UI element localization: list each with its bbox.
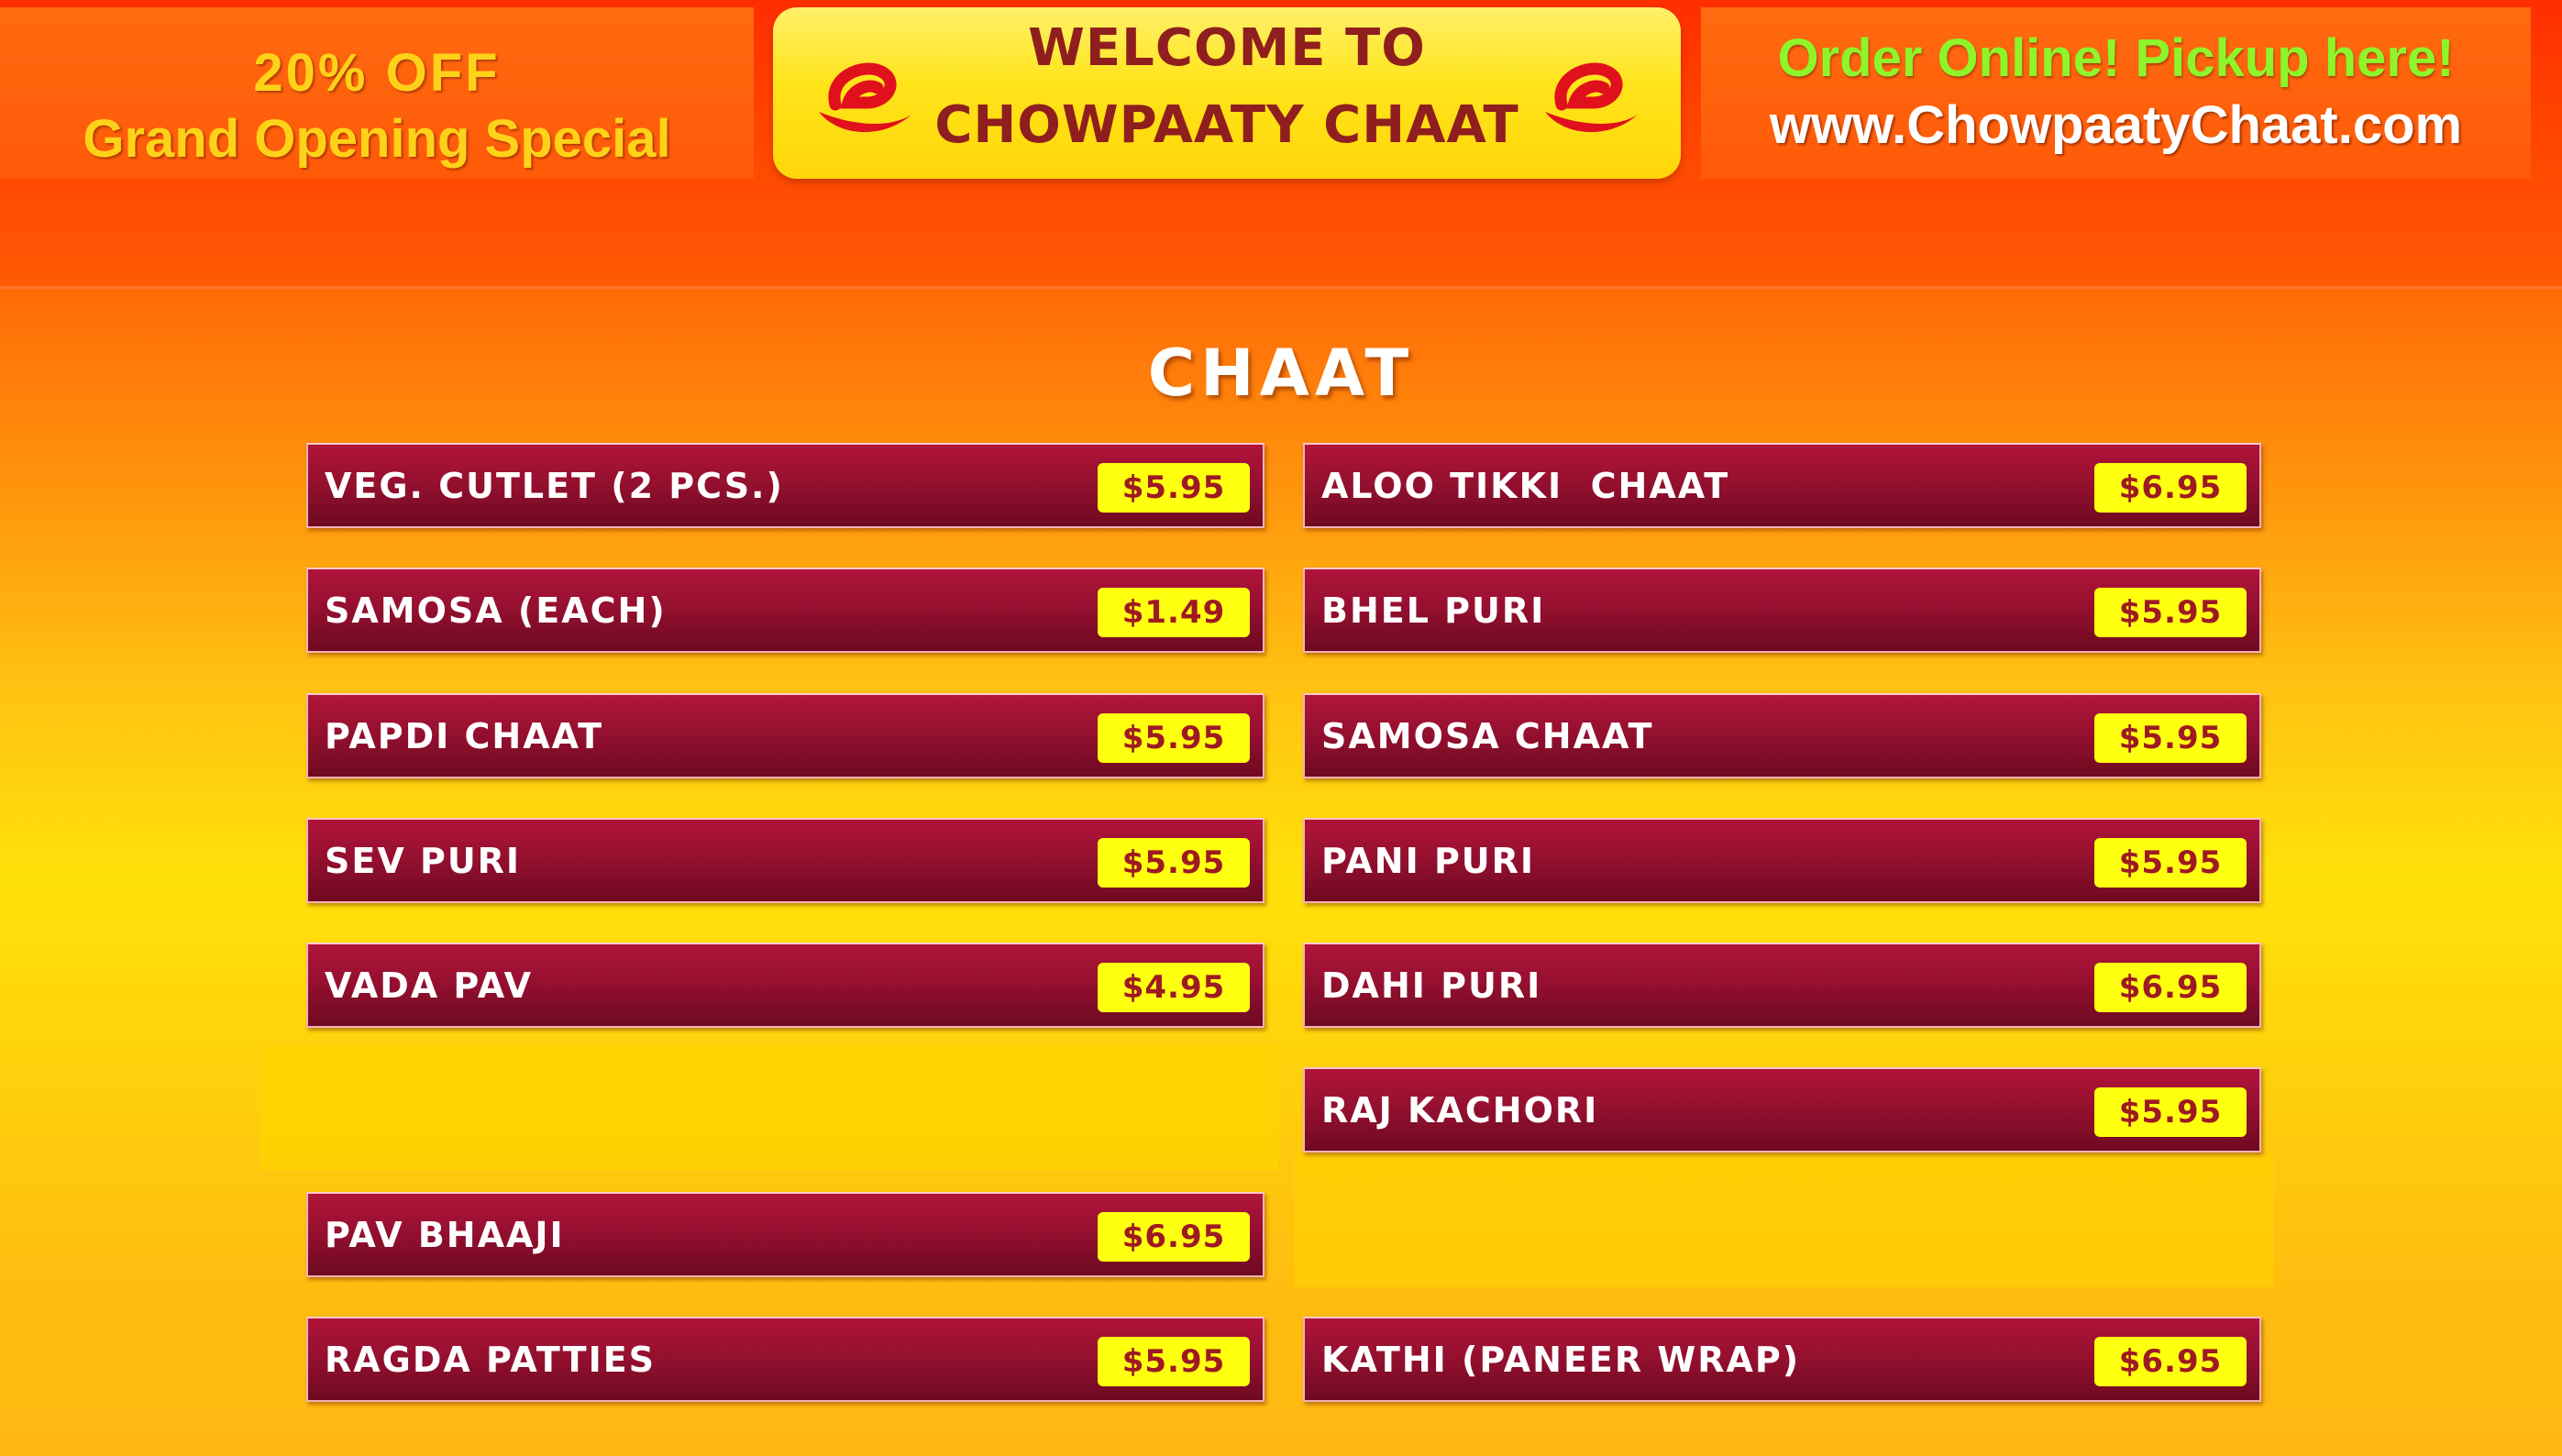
empty-slot xyxy=(260,1045,1278,1170)
menu-item-price: $5.95 xyxy=(2094,838,2247,888)
menu-item: DAHI PURI $6.95 xyxy=(1303,943,2261,1028)
menu-item-name: BHEL PURI xyxy=(1321,590,1546,631)
menu-item-price: $5.95 xyxy=(2094,713,2247,763)
menu-item-name: PANI PURI xyxy=(1321,841,1536,881)
menu-item-name: SAMOSA (EACH) xyxy=(325,590,667,631)
promo-subtitle: Grand Opening Special xyxy=(83,109,671,169)
section-title: CHAAT xyxy=(1147,336,1415,411)
menu-item: ALOO TIKKI CHAAT $6.95 xyxy=(1303,443,2261,528)
empty-slot xyxy=(1294,1153,2274,1287)
menu-item-name: ALOO TIKKI CHAAT xyxy=(1321,466,1730,506)
menu-item: VADA PAV $4.95 xyxy=(306,943,1264,1028)
menu-item-name: SEV PURI xyxy=(325,841,522,881)
menu-item-price: $4.95 xyxy=(1098,963,1250,1012)
menu-item: RAGDA PATTIES $5.95 xyxy=(306,1317,1264,1402)
menu-item-name: VEG. CUTLET (2 PCS.) xyxy=(325,466,784,506)
menu-item: SAMOSA CHAAT $5.95 xyxy=(1303,693,2261,778)
menu-item-price: $6.95 xyxy=(2094,1337,2247,1386)
menu-item: SEV PURI $5.95 xyxy=(306,818,1264,903)
menu-item-name: DAHI PURI xyxy=(1321,965,1542,1006)
menu-item-name: VADA PAV xyxy=(325,965,534,1006)
swirl-logo-icon xyxy=(1545,62,1639,133)
welcome-panel: WELCOME TO CHOWPAATY CHAAT xyxy=(773,7,1681,179)
menu-item-price: $6.95 xyxy=(2094,463,2247,513)
menu-item: SAMOSA (EACH) $1.49 xyxy=(306,568,1264,653)
menu-item: VEG. CUTLET (2 PCS.) $5.95 xyxy=(306,443,1264,528)
menu-item: PANI PURI $5.95 xyxy=(1303,818,2261,903)
menu-item-price: $5.95 xyxy=(1098,1337,1250,1386)
menu-item-name: KATHI (PANEER WRAP) xyxy=(1321,1340,1801,1380)
menu-item: BHEL PURI $5.95 xyxy=(1303,568,2261,653)
menu-item-price: $5.95 xyxy=(1098,463,1250,513)
menu-item-price: $5.95 xyxy=(2094,1087,2247,1137)
menu-item-name: SAMOSA CHAAT xyxy=(1321,716,1654,756)
menu-item-name: PAPDI CHAAT xyxy=(325,716,604,756)
order-online-panel: Order Online! Pickup here! www.Chowpaaty… xyxy=(1701,7,2531,179)
promo-panel: 20% OFF Grand Opening Special xyxy=(0,7,754,179)
menu-item: RAJ KACHORI $5.95 xyxy=(1303,1067,2261,1153)
promo-discount: 20% OFF xyxy=(253,43,501,103)
menu-item-price: $5.95 xyxy=(2094,588,2247,637)
order-online-text: Order Online! Pickup here! xyxy=(1777,28,2455,88)
website-link[interactable]: www.ChowpaatyChaat.com xyxy=(1701,94,2531,156)
menu-item-name: RAJ KACHORI xyxy=(1321,1090,1599,1131)
menu-item-price: $5.95 xyxy=(1098,838,1250,888)
menu-item-price: $1.49 xyxy=(1098,588,1250,637)
menu-item: PAV BHAAJI $6.95 xyxy=(306,1192,1264,1277)
menu-item-name: RAGDA PATTIES xyxy=(325,1340,657,1380)
menu-item-name: PAV BHAAJI xyxy=(325,1215,565,1255)
menu-item-price: $6.95 xyxy=(2094,963,2247,1012)
menu-item: KATHI (PANEER WRAP) $6.95 xyxy=(1303,1317,2261,1402)
menu-item-price: $6.95 xyxy=(1098,1212,1250,1262)
menu-item-price: $5.95 xyxy=(1098,713,1250,763)
header-band xyxy=(0,183,2562,289)
menu-item: PAPDI CHAAT $5.95 xyxy=(306,693,1264,778)
